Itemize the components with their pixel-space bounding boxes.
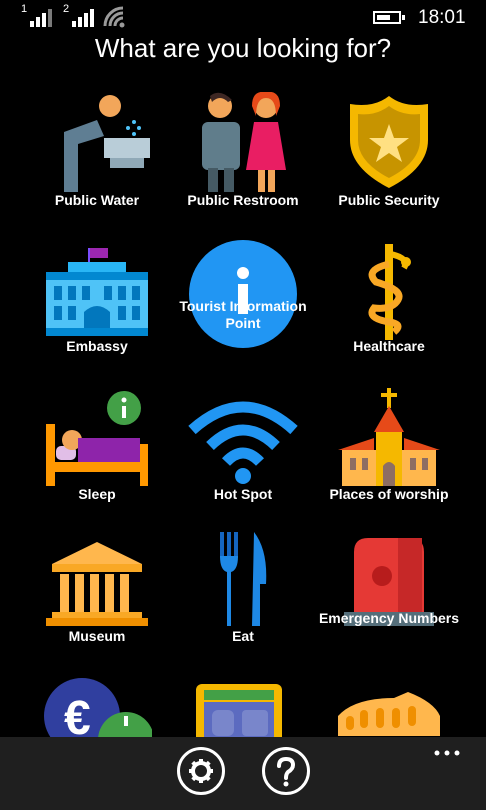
sim2-label: 2 <box>63 3 70 15</box>
caduceus-icon <box>368 244 411 340</box>
category-label: Tourist Information Point <box>179 298 307 331</box>
clock: 18:01 <box>418 7 466 28</box>
category-tourist-information[interactable]: Tourist Information Point <box>162 240 324 380</box>
gear-icon <box>189 759 213 783</box>
category-sleep[interactable]: Sleep <box>16 388 178 528</box>
fork-knife-icon <box>220 532 267 626</box>
police-badge-icon <box>350 96 428 188</box>
category-museum[interactable]: Museum <box>16 530 178 670</box>
drinking-fountain-icon <box>64 95 150 192</box>
category-label: Hot Spot <box>213 486 273 502</box>
category-label: Public Water <box>54 192 140 208</box>
more-options-button[interactable] <box>433 746 463 757</box>
page-title: What are you looking for? <box>94 33 392 63</box>
museum-icon <box>46 542 148 626</box>
settings-button[interactable] <box>177 747 225 795</box>
category-hot-spot[interactable]: Hot Spot <box>162 388 324 528</box>
more-dots-icon <box>434 750 460 756</box>
colosseum-icon <box>338 692 440 736</box>
category-places-of-worship[interactable]: Places of worship <box>308 388 470 528</box>
category-label: Eat <box>232 628 254 644</box>
currency-exchange-icon: € <box>44 678 152 746</box>
category-label: Emergency Numbers <box>318 610 460 626</box>
app-bar <box>0 737 486 810</box>
category-healthcare[interactable]: Healthcare <box>308 240 470 380</box>
embassy-building-icon <box>46 248 148 336</box>
category-label: Museum <box>68 628 126 644</box>
category-label: Places of worship <box>329 486 449 502</box>
category-label: Public Security <box>338 192 440 208</box>
category-label: Healthcare <box>353 338 425 354</box>
category-public-water[interactable]: Public Water <box>16 92 178 232</box>
status-bar: 1 2 18:01 <box>0 0 486 34</box>
category-label: Sleep <box>78 486 116 502</box>
signal-sim2-icon: 2 <box>63 3 98 27</box>
question-icon <box>277 756 296 787</box>
church-icon <box>338 388 440 486</box>
help-button[interactable] <box>262 747 310 795</box>
atm-icon <box>196 684 282 744</box>
category-public-restroom[interactable]: Public Restroom <box>162 92 324 232</box>
wifi-icon <box>188 401 298 484</box>
information-icon <box>189 240 297 348</box>
signal-sim1-icon: 1 <box>21 3 56 27</box>
category-label: Public Restroom <box>187 192 299 208</box>
bed-icon <box>46 391 148 486</box>
category-emergency-numbers[interactable]: Emergency Numbers <box>308 530 470 670</box>
sim1-label: 1 <box>21 3 28 15</box>
category-label: Embassy <box>66 338 128 354</box>
wifi-status-icon <box>103 6 125 28</box>
category-public-security[interactable]: Public Security <box>308 92 470 232</box>
battery-icon <box>373 11 405 24</box>
category-embassy[interactable]: Embassy <box>16 240 178 380</box>
restroom-people-icon <box>202 92 286 192</box>
category-eat[interactable]: Eat <box>162 530 324 670</box>
